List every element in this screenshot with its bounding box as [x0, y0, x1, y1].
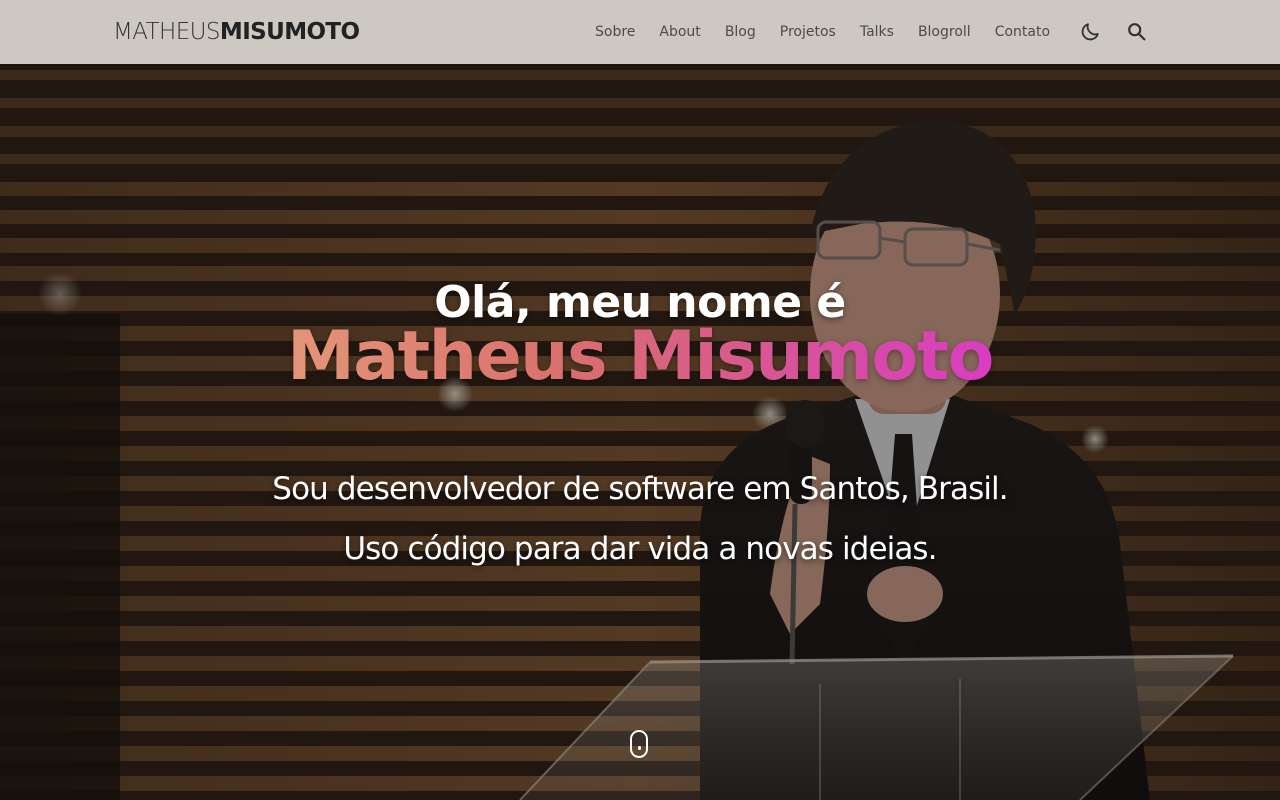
theme-toggle-button[interactable] [1077, 19, 1103, 45]
nav-link-projetos[interactable]: Projetos [780, 22, 836, 42]
logo-first-name: MATHEUS [113, 19, 221, 45]
nav-link-contato[interactable]: Contato [995, 22, 1050, 42]
search-icon [1128, 23, 1146, 41]
nav-link-sobre[interactable]: Sobre [595, 22, 635, 42]
hero-section: Olá, meu nome é Matheus Misumoto Sou des… [0, 64, 1280, 800]
hero-tagline-line1: Sou desenvolvedor de software em Santos,… [272, 471, 1008, 507]
logo-last-name: MISUMOTO [219, 19, 360, 45]
nav-link-blog[interactable]: Blog [725, 22, 756, 42]
hero-tagline-line2: Uso código para dar vida a novas ideias. [343, 531, 937, 567]
hero-name-text: Matheus Misumoto [287, 317, 994, 396]
site-logo[interactable]: MATHEUSMISUMOTO [113, 17, 360, 47]
hero-name: Matheus Misumoto [0, 312, 1280, 402]
main-nav: Sobre About Blog Projetos Talks Blogroll… [595, 0, 1050, 64]
search-button[interactable] [1124, 19, 1150, 45]
nav-link-talks[interactable]: Talks [860, 22, 894, 42]
scroll-wheel-dot [638, 746, 641, 750]
page: MATHEUSMISUMOTO Sobre About Blog Projeto… [0, 0, 1280, 800]
moon-icon [1081, 23, 1099, 41]
hero-overlay [0, 64, 1280, 800]
nav-link-about[interactable]: About [659, 22, 700, 42]
nav-link-blogroll[interactable]: Blogroll [918, 22, 971, 42]
site-header: MATHEUSMISUMOTO Sobre About Blog Projeto… [0, 0, 1280, 64]
mouse-scroll-icon[interactable] [630, 730, 648, 758]
